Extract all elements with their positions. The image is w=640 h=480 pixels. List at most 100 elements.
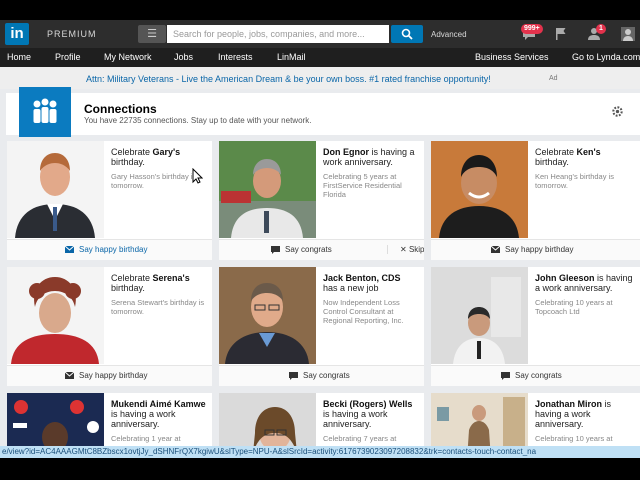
- card-action-bar: Say happy birthday: [7, 365, 212, 386]
- search-category-menu-icon[interactable]: ☰: [138, 25, 166, 43]
- linkedin-logo[interactable]: in: [5, 23, 29, 45]
- card-description: Celebrating 10 years at: [535, 434, 613, 443]
- update-card: Mukendi Aimé Kamwe is having a work anni…: [7, 393, 212, 446]
- card-person-name[interactable]: Ken's: [577, 147, 601, 157]
- card-description: Serena Stewart's birthday is tomorrow.: [111, 298, 205, 316]
- card-person-name[interactable]: Don Egnor: [323, 147, 369, 157]
- ad-label: Ad: [549, 75, 558, 82]
- profile-photo[interactable]: [219, 141, 316, 238]
- premium-label[interactable]: PREMIUM: [47, 29, 97, 39]
- envelope-icon: [65, 246, 74, 254]
- connections-icon: [19, 87, 71, 137]
- profile-photo[interactable]: [7, 141, 104, 238]
- action-label: Say congrats: [515, 371, 562, 380]
- card-prefix: Celebrate: [535, 147, 577, 157]
- card-action-bar: Say happy birthday: [7, 239, 212, 260]
- notifications-badge: 1: [596, 24, 606, 34]
- card-prefix: Celebrate: [111, 273, 153, 283]
- card-prefix: Celebrate: [111, 147, 153, 157]
- card-person-name[interactable]: John Gleeson: [535, 273, 595, 283]
- update-card: Jack Benton, CDS has a new job Now Indep…: [219, 267, 424, 386]
- nav-jobs[interactable]: Jobs: [174, 52, 193, 62]
- main-nav: Home Profile My Network Jobs Interests L…: [0, 48, 640, 67]
- card-person-name[interactable]: Jack Benton, CDS: [323, 273, 401, 283]
- card-person-name[interactable]: Gary's: [153, 147, 181, 157]
- advanced-search-link[interactable]: Advanced: [431, 30, 467, 39]
- update-card: Jonathan Miron is having a work annivers…: [431, 393, 640, 446]
- nav-home[interactable]: Home: [7, 52, 31, 62]
- card-person-name[interactable]: Serena's: [153, 273, 190, 283]
- profile-photo[interactable]: [7, 393, 104, 446]
- nav-lynda[interactable]: Go to Lynda.com: [572, 52, 640, 62]
- card-description: Celebrating 5 years at FirstService Resi…: [323, 172, 402, 199]
- card-suffix: birthday.: [111, 157, 145, 167]
- envelope-icon: [65, 372, 74, 380]
- search-input[interactable]: [167, 25, 389, 43]
- skip-label: Skip: [408, 245, 424, 254]
- messages-badge: 999+: [521, 24, 543, 34]
- say-congrats-button[interactable]: Say congrats: [271, 245, 332, 254]
- card-description: Celebrating 7 years at: [323, 434, 397, 443]
- say-congrats-button[interactable]: Say congrats: [501, 371, 562, 380]
- profile-photo[interactable]: [431, 141, 528, 238]
- card-person-name[interactable]: Jonathan Miron: [535, 399, 602, 409]
- action-label: Say congrats: [303, 371, 350, 380]
- ad-banner: Attn: Military Veterans - Live the Ameri…: [0, 67, 640, 89]
- skip-button[interactable]: ✕ Skip: [387, 245, 424, 254]
- update-card: Becki (Rogers) Wells is having a work an…: [219, 393, 424, 446]
- card-action-bar: Say happy birthday: [431, 239, 640, 260]
- nav-profile[interactable]: Profile: [55, 52, 81, 62]
- card-action-bar: Say congrats ✕ Skip: [219, 239, 424, 260]
- card-suffix: birthday.: [111, 283, 145, 293]
- say-happy-birthday-button[interactable]: Say happy birthday: [65, 245, 148, 254]
- ad-link[interactable]: Attn: Military Veterans - Live the Ameri…: [86, 74, 491, 84]
- card-description: Celebrating 10 years at Topcoach Ltd: [535, 298, 613, 316]
- nav-business-services[interactable]: Business Services: [475, 52, 549, 62]
- card-action-bar: Say congrats: [431, 365, 640, 386]
- card-action-bar: Say congrats: [219, 365, 424, 386]
- profile-photo[interactable]: [7, 267, 104, 364]
- speech-bubble-icon: [271, 245, 280, 254]
- card-person-name[interactable]: Becki (Rogers) Wells: [323, 399, 412, 409]
- nav-interests[interactable]: Interests: [218, 52, 253, 62]
- action-label: Say happy birthday: [505, 245, 574, 254]
- card-suffix: is having a work anniversary.: [323, 409, 388, 429]
- say-happy-birthday-button[interactable]: Say happy birthday: [491, 245, 574, 254]
- profile-photo[interactable]: [431, 393, 528, 446]
- connections-title: Connections: [84, 102, 157, 116]
- card-suffix: birthday.: [535, 157, 569, 167]
- video-letterbox-top: [0, 0, 640, 20]
- update-card: Celebrate Serena's birthday. Serena Stewa…: [7, 267, 212, 386]
- card-suffix: has a new job: [323, 283, 379, 293]
- update-card: Celebrate Gary's birthday. Gary Hasson's …: [7, 141, 212, 260]
- card-description: Celebrating 1 year at: [111, 434, 181, 443]
- card-description: Now Independent Loss Control Consultant …: [323, 298, 404, 325]
- say-congrats-button[interactable]: Say congrats: [289, 371, 350, 380]
- card-person-name[interactable]: Mukendi Aimé Kamwe: [111, 399, 206, 409]
- action-label: Say happy birthday: [79, 371, 148, 380]
- browser-status-url: e/view?id=AC4AAAGMtC8BZbscx1ovtjJy_dSHNF…: [0, 446, 640, 458]
- gear-icon[interactable]: [611, 105, 624, 118]
- speech-bubble-icon: [501, 371, 510, 380]
- action-label: Say happy birthday: [79, 245, 148, 254]
- say-happy-birthday-button[interactable]: Say happy birthday: [65, 371, 148, 380]
- update-card: John Gleeson is having a work anniversar…: [431, 267, 640, 386]
- mouse-cursor-icon: [192, 168, 203, 184]
- video-letterbox-bottom: [0, 458, 640, 480]
- top-bar: in PREMIUM ☰ Advanced: [0, 20, 640, 48]
- profile-photo[interactable]: [219, 393, 316, 446]
- nav-linmail[interactable]: LinMail: [277, 52, 306, 62]
- profile-photo[interactable]: [431, 267, 528, 364]
- card-suffix: is having a work anniversary.: [111, 409, 176, 429]
- profile-avatar-icon[interactable]: [620, 26, 636, 42]
- nav-my-network[interactable]: My Network: [104, 52, 152, 62]
- card-description: Ken Heang's birthday is tomorrow.: [535, 172, 614, 190]
- update-card: Celebrate Ken's birthday. Ken Heang's bir…: [431, 141, 640, 260]
- profile-photo[interactable]: [219, 267, 316, 364]
- search-icon: [401, 28, 413, 40]
- connections-count: You have 22735 connections. Stay up to d…: [84, 116, 312, 125]
- update-card: Don Egnor is having a work anniversary. …: [219, 141, 424, 260]
- envelope-icon: [491, 246, 500, 254]
- search-button[interactable]: [391, 25, 423, 43]
- flag-icon[interactable]: [553, 26, 569, 42]
